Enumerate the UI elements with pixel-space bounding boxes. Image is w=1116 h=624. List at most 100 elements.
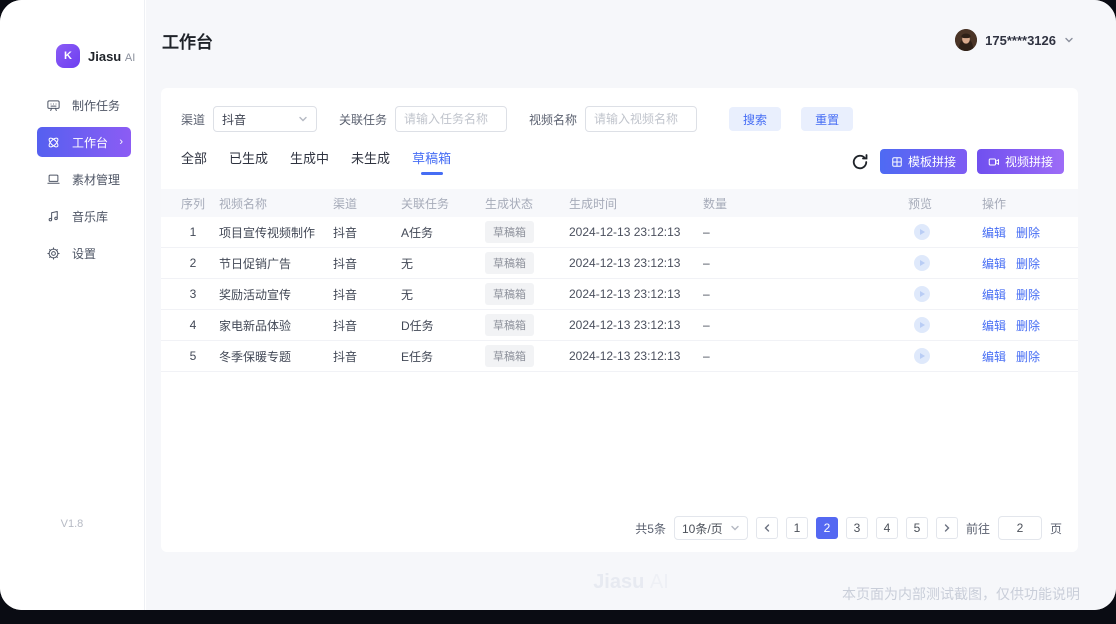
cell-channel: 抖音: [333, 348, 397, 365]
preview-play-button[interactable]: [914, 348, 930, 364]
col-status: 生成状态: [485, 195, 565, 212]
cell-task: A任务: [401, 224, 481, 241]
cell-name: 冬季保暖专题: [219, 348, 329, 365]
tab-generated[interactable]: 已生成: [229, 148, 268, 175]
cell-count: –: [703, 256, 904, 270]
col-actions: 操作: [982, 195, 1068, 212]
page-button-4[interactable]: 4: [876, 517, 898, 539]
cell-time: 2024-12-13 23:12:13: [569, 256, 699, 270]
status-badge: 草稿箱: [485, 345, 534, 367]
edit-link[interactable]: 编辑: [982, 288, 1006, 302]
edit-link[interactable]: 编辑: [982, 226, 1006, 240]
task-name-input[interactable]: [395, 106, 507, 132]
col-task: 关联任务: [401, 195, 481, 212]
template-grid-icon: [891, 156, 903, 168]
sidebar-item-label: 工作台: [72, 134, 108, 151]
delete-link[interactable]: 删除: [1016, 226, 1040, 240]
sidebar-item-settings[interactable]: 设置: [37, 238, 131, 268]
brand-logo-icon: K: [56, 44, 80, 68]
cell-channel: 抖音: [333, 286, 397, 303]
cell-seq: 5: [171, 349, 215, 363]
filter-bar: 渠道 抖音 关联任务 视频名称 搜索 重置: [161, 88, 1078, 132]
tabs-row: 全部 已生成 生成中 未生成 草稿箱 模板拼接 视频拼接: [161, 132, 1078, 175]
preview-play-button[interactable]: [914, 255, 930, 271]
delete-link[interactable]: 删除: [1016, 288, 1040, 302]
app-window: K Jiasu AI 制作任务 工作台 › 素材管理 音乐库: [0, 0, 1116, 610]
page-size-select[interactable]: 10条/页: [674, 516, 748, 540]
page-button-3[interactable]: 3: [846, 517, 868, 539]
next-page-button[interactable]: [936, 517, 958, 539]
goto-page-input[interactable]: [998, 516, 1042, 540]
task-label: 关联任务: [339, 111, 387, 128]
cell-count: –: [703, 318, 904, 332]
video-name-input[interactable]: [585, 106, 697, 132]
edit-link[interactable]: 编辑: [982, 257, 1006, 271]
tab-drafts[interactable]: 草稿箱: [412, 148, 451, 175]
sidebar-item-label: 音乐库: [72, 208, 108, 225]
preview-play-button[interactable]: [914, 317, 930, 333]
page-button-2[interactable]: 2: [816, 517, 838, 539]
brand-name-bold: Jiasu: [88, 49, 121, 64]
delete-link[interactable]: 删除: [1016, 257, 1040, 271]
video-table: 序列 视频名称 渠道 关联任务 生成状态 生成时间 数量 预览 操作 1 项目宣…: [161, 189, 1078, 372]
content-card: 渠道 抖音 关联任务 视频名称 搜索 重置 全部 已生成 生成中 未生成 草稿箱: [161, 88, 1078, 552]
page-button-1[interactable]: 1: [786, 517, 808, 539]
sidebar-item-production-tasks[interactable]: 制作任务: [37, 90, 131, 120]
video-splice-label: 视频拼接: [1005, 153, 1053, 170]
status-badge: 草稿箱: [485, 283, 534, 305]
table-row: 5 冬季保暖专题 抖音 E任务 草稿箱 2024-12-13 23:12:13 …: [161, 341, 1078, 372]
cell-seq: 1: [171, 225, 215, 239]
sidebar-item-label: 素材管理: [72, 171, 120, 188]
tab-all[interactable]: 全部: [181, 148, 207, 175]
prev-page-button[interactable]: [756, 517, 778, 539]
col-preview: 预览: [908, 195, 978, 212]
chevron-right-icon: ›: [119, 136, 123, 148]
channel-select-value: 抖音: [222, 111, 246, 128]
sidebar-item-workbench[interactable]: 工作台 ›: [37, 127, 131, 157]
video-splice-button[interactable]: 视频拼接: [977, 149, 1064, 174]
edit-link[interactable]: 编辑: [982, 319, 1006, 333]
delete-link[interactable]: 删除: [1016, 350, 1040, 364]
page-button-5[interactable]: 5: [906, 517, 928, 539]
cell-count: –: [703, 225, 904, 239]
topbar: 工作台 175****3126: [146, 0, 1116, 80]
pagination: 共5条 10条/页 1 2 3 4 5 前往 页: [635, 516, 1062, 540]
channel-label: 渠道: [181, 111, 205, 128]
cell-time: 2024-12-13 23:12:13: [569, 349, 699, 363]
app-version: V1.8: [0, 518, 144, 530]
user-menu[interactable]: 175****3126: [955, 29, 1074, 51]
table-row: 3 奖励活动宣传 抖音 无 草稿箱 2024-12-13 23:12:13 – …: [161, 279, 1078, 310]
laptop-icon: [46, 172, 61, 187]
sidebar-item-music-library[interactable]: 音乐库: [37, 201, 131, 231]
chevron-down-icon: [730, 523, 740, 533]
refresh-icon[interactable]: [850, 152, 870, 172]
delete-link[interactable]: 删除: [1016, 319, 1040, 333]
reset-button[interactable]: 重置: [801, 107, 853, 131]
status-badge: 草稿箱: [485, 314, 534, 336]
chevron-left-icon: [762, 523, 772, 533]
table-row: 2 节日促销广告 抖音 无 草稿箱 2024-12-13 23:12:13 – …: [161, 248, 1078, 279]
cell-task: 无: [401, 286, 481, 303]
tab-not-generated[interactable]: 未生成: [351, 148, 390, 175]
col-time: 生成时间: [569, 195, 699, 212]
preview-play-button[interactable]: [914, 286, 930, 302]
cell-count: –: [703, 287, 904, 301]
table-header-row: 序列 视频名称 渠道 关联任务 生成状态 生成时间 数量 预览 操作: [161, 189, 1078, 217]
page-title: 工作台: [162, 28, 213, 53]
preview-play-button[interactable]: [914, 224, 930, 240]
channel-select[interactable]: 抖音: [213, 106, 317, 132]
col-seq: 序列: [171, 195, 215, 212]
cell-channel: 抖音: [333, 255, 397, 272]
search-button[interactable]: 搜索: [729, 107, 781, 131]
goto-unit: 页: [1050, 520, 1062, 537]
cell-seq: 3: [171, 287, 215, 301]
cell-time: 2024-12-13 23:12:13: [569, 318, 699, 332]
edit-link[interactable]: 编辑: [982, 350, 1006, 364]
status-badge: 草稿箱: [485, 221, 534, 243]
table-row: 4 家电新品体验 抖音 D任务 草稿箱 2024-12-13 23:12:13 …: [161, 310, 1078, 341]
user-avatar: [955, 29, 977, 51]
brand-watermark: Jiasu AI: [593, 571, 669, 594]
template-splice-button[interactable]: 模板拼接: [880, 149, 967, 174]
tab-generating[interactable]: 生成中: [290, 148, 329, 175]
sidebar-item-material-management[interactable]: 素材管理: [37, 164, 131, 194]
